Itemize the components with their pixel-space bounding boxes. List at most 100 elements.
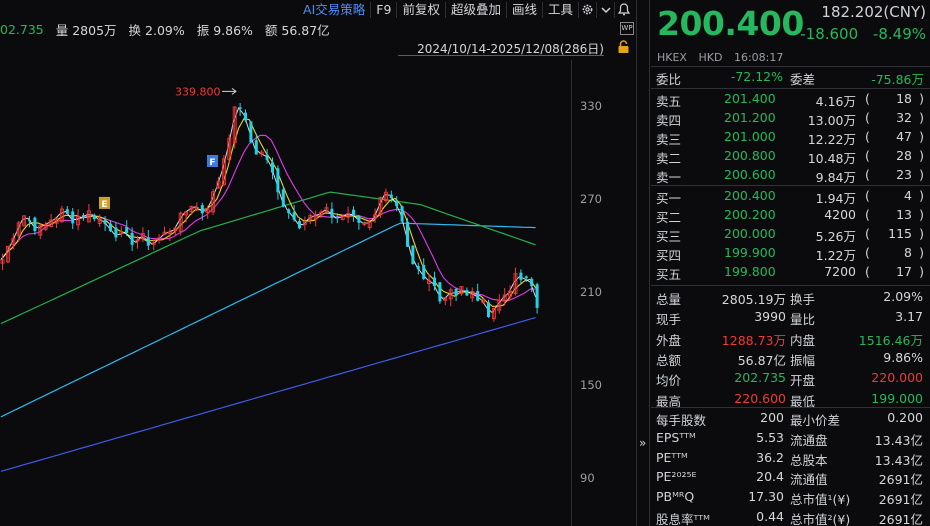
candle-body [92, 214, 96, 220]
wp-badge-icon[interactable]: WP [620, 22, 634, 35]
double-chevron-right-icon[interactable]: » [639, 436, 646, 450]
gear-icon[interactable] [578, 1, 596, 18]
period-high-label: 339.800 [175, 85, 221, 98]
candle-body [535, 284, 539, 308]
market-meta: HKEX HKD 16:08:17 [657, 51, 791, 64]
ask-price: 200.600 [724, 167, 776, 182]
ask-order-count: 23 [896, 167, 912, 182]
partial-avg-price: 02.735 [0, 21, 44, 37]
bid-order-count: 13 [896, 207, 912, 222]
candle-body [254, 140, 258, 155]
candle-body [357, 215, 361, 223]
bell-icon[interactable] [614, 1, 632, 18]
stat-value: 220.000 [871, 370, 923, 386]
weibi-label: 委比 [656, 72, 682, 87]
candlestick-chart[interactable]: 339.800 E F [0, 60, 571, 526]
ask-row[interactable]: 卖五 201.400 4.16万(18) [651, 89, 930, 109]
paren-close: ) [919, 129, 924, 144]
candle-body [130, 232, 134, 245]
paren-open: ( [865, 167, 870, 182]
stat-value: 0.44 [756, 509, 784, 524]
stat-value: 2.09% [883, 289, 923, 304]
candle-body [281, 189, 285, 207]
stat-value: 200 [760, 410, 784, 425]
candle-body [265, 154, 269, 160]
candle-body [352, 209, 355, 216]
candle-body [244, 112, 247, 121]
paren-open: ( [865, 110, 870, 125]
ma250-line [0, 317, 536, 472]
stat-label: 总股本 [790, 452, 828, 468]
ask-price: 201.000 [724, 129, 776, 144]
paren-open: ( [865, 245, 870, 260]
bid-order-count: 17 [896, 264, 912, 279]
ask-price: 200.800 [724, 148, 776, 163]
top-stats-bar: 02.735 量 2805万 换 2.09% 振 9.86% 额 56.87亿 [0, 20, 342, 38]
stat-value: 220.600 [734, 390, 786, 406]
stat-label: 外盘 [656, 332, 682, 348]
bid-price: 199.900 [724, 245, 776, 260]
paren-open: ( [865, 226, 870, 241]
candle-body [519, 272, 523, 280]
stat-value: 56.87亿 [737, 352, 786, 368]
kline-chart-pane[interactable]: AI交易策略 F9 前复权 超级叠加 画线 工具 WP 02.735 量 280… [0, 0, 636, 526]
stat-label: 总量 [656, 292, 682, 307]
ai-strategy-button[interactable]: AI交易策略 [298, 2, 370, 18]
f9-button[interactable]: F9 [370, 1, 396, 18]
bid-row[interactable]: 买三 200.000 5.26万(115) [651, 224, 930, 244]
ask-row[interactable]: 卖三 201.000 12.22万(47) [651, 127, 930, 147]
ask-row[interactable]: 卖二 200.800 10.48万(28) [651, 146, 930, 166]
bid-price: 200.400 [724, 188, 776, 203]
paren-open: ( [865, 207, 870, 222]
overlay-button[interactable]: 超级叠加 [444, 1, 506, 18]
candle-body [28, 220, 31, 222]
bid-row[interactable]: 买一 200.400 1.94万(4) [651, 186, 930, 206]
candle-body [395, 200, 399, 207]
restore-rights-button[interactable]: 前复权 [396, 1, 445, 18]
stat-label: PE²⁰²⁵ᴱ [656, 469, 697, 485]
stat-label: 最小价差 [790, 413, 841, 428]
stat-value: 20.4 [756, 469, 784, 485]
tools-button[interactable]: 工具 [541, 1, 578, 18]
turnover-stat: 换 2.09% [128, 22, 185, 38]
stat-value: 3.17 [895, 309, 923, 325]
paren-close: ) [919, 188, 924, 203]
ask-order-count: 28 [896, 148, 912, 163]
panel-collapse-strip[interactable]: » [636, 0, 650, 526]
candle-body [238, 107, 242, 109]
fundamental-row: EPSᵀᵀᴹ 5.53 流通盘 13.43亿 [651, 428, 930, 448]
bid-row[interactable]: 买五 199.800 7200 (17) [651, 262, 930, 282]
candle-body [271, 162, 274, 173]
stat-label: 现手 [656, 312, 682, 328]
ma10-line [0, 117, 537, 307]
stat-row: 总额 56.87亿 振幅 9.86% [651, 348, 930, 368]
stat-row: 最高 220.600 最低 199.000 [651, 389, 930, 409]
stat-label: PBᴹᴿQ [656, 489, 695, 505]
bid-row[interactable]: 买二 200.200 4200(13) [651, 205, 930, 225]
stat-label: 换手 [790, 292, 816, 307]
stat-label: 每手股数 [656, 413, 707, 428]
event-marker-label: E [101, 200, 107, 210]
paren-close: ) [919, 264, 924, 279]
bid-volume: 4200 [824, 207, 856, 222]
chevron-down-icon[interactable] [596, 1, 614, 18]
draw-line-button[interactable]: 画线 [505, 1, 542, 18]
ask-row[interactable]: 卖一 200.600 9.84万 (23) [651, 165, 930, 185]
divider [651, 285, 930, 286]
bid-price: 199.800 [724, 264, 776, 279]
stat-label: 流通盘 [790, 432, 828, 448]
bid-volume: 7200 [824, 264, 856, 279]
stat-row: 总量 2805.19万 换手 2.09% [651, 287, 930, 307]
price-axis: 330 270 210 150 90 [571, 60, 636, 526]
stat-label: 内盘 [790, 332, 816, 348]
bid-row[interactable]: 买四 199.900 1.22万(8) [651, 243, 930, 263]
candle-body [476, 291, 480, 301]
bid-order-count: 8 [904, 245, 912, 260]
ma120-line [0, 222, 536, 418]
ask-row[interactable]: 卖四 201.200 13.00万(32) [651, 108, 930, 128]
candle-body [433, 277, 436, 287]
paren-close: ) [919, 91, 924, 106]
stat-label: 量比 [790, 312, 816, 328]
candle-body [438, 282, 442, 302]
lock-icon[interactable] [617, 40, 630, 57]
